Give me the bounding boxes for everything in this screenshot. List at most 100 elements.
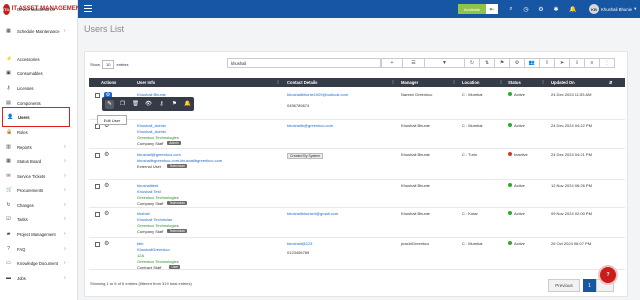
sidebar-item-procurements[interactable]: 🛒 Procurements › bbox=[0, 184, 78, 196]
col-drag-handle[interactable]: ⁞⁞ bbox=[392, 80, 394, 85]
gear-icon[interactable]: ⚙ bbox=[104, 152, 109, 158]
col-user-info[interactable]: User Info bbox=[137, 80, 155, 85]
flag-icon[interactable]: ⚑ bbox=[495, 58, 510, 68]
edit-icon[interactable]: ✎ bbox=[105, 99, 114, 109]
filter-icon[interactable]: ▼ bbox=[425, 58, 465, 68]
search-input[interactable]: khushali bbox=[227, 58, 381, 68]
contact-phone: 0456789674 bbox=[287, 103, 310, 108]
col-manager[interactable]: Manager bbox=[401, 80, 418, 85]
sidebar-item-service-tickets[interactable]: ✉ Service Tickets › bbox=[0, 170, 78, 182]
user-name-link[interactable]: khshali bbox=[137, 211, 149, 216]
user-name-link[interactable]: kbb bbox=[137, 241, 143, 246]
sidebar-item-changes[interactable]: ↻ Changes › bbox=[0, 199, 78, 211]
copy-icon[interactable]: ❐ bbox=[118, 100, 127, 109]
sidebar-item-device-maintenance[interactable]: ✎ Device Maintenance bbox=[0, 3, 78, 15]
sidebar-item-knowledge-document[interactable]: ▭ Knowledge Document › bbox=[0, 257, 78, 269]
sort-desc-icon[interactable]: ⇵ bbox=[609, 80, 613, 85]
col-drag-handle[interactable]: ⁞⁞ bbox=[500, 80, 502, 85]
chevron-right-icon: › bbox=[64, 231, 66, 237]
search-icon[interactable]: ⌕ bbox=[506, 4, 516, 14]
sidebar-item-status-board[interactable]: ▦ Status Board › bbox=[0, 155, 78, 167]
role-badge: Technician bbox=[167, 164, 187, 168]
sidebar-item-reports[interactable]: ▥ Reports › bbox=[0, 141, 78, 153]
col-drag-handle[interactable]: ⁞⁞ bbox=[453, 80, 455, 85]
ticket-icon: ✉ bbox=[6, 172, 11, 179]
users-icon[interactable]: 👥 bbox=[525, 58, 540, 68]
col-updated[interactable]: Updated On bbox=[551, 80, 575, 85]
entries-select[interactable]: 10 bbox=[102, 60, 115, 69]
sidebar-item-schedule-maintenance[interactable]: ▦ Schedule Maintenance › bbox=[0, 25, 78, 37]
gear-icon[interactable]: ✱ bbox=[551, 4, 561, 14]
availability-toggle-icon[interactable]: ⇤ bbox=[486, 4, 498, 14]
contact-email[interactable]: khushali@123 bbox=[287, 241, 312, 246]
refresh-icon[interactable]: ↻ bbox=[465, 58, 480, 68]
menu-toggle-icon[interactable] bbox=[84, 5, 92, 13]
table-row[interactable]: ⚙ Khushali_Admin Khushali_Admin Greenkco Te… bbox=[89, 120, 625, 149]
sidebar-item-users[interactable]: 👤 Users bbox=[2, 107, 70, 127]
col-drag-handle[interactable]: ⁞⁞ bbox=[277, 80, 279, 85]
row-checkbox[interactable] bbox=[95, 93, 100, 98]
row-checkbox[interactable] bbox=[95, 184, 100, 189]
row-checkbox[interactable] bbox=[95, 242, 100, 247]
manager-name: Khushali Bhunie bbox=[401, 152, 430, 157]
view-icon[interactable]: 👁 bbox=[144, 100, 153, 109]
sidebar-item-consumables[interactable]: ▣ Consumables bbox=[0, 67, 78, 79]
gear-icon[interactable]: ⚙ bbox=[104, 183, 109, 189]
sidebar-item-project-management[interactable]: ▰ Project Management › bbox=[0, 228, 78, 240]
columns-icon[interactable]: ☰ bbox=[403, 58, 425, 68]
settings-icon[interactable]: ⚙ bbox=[510, 58, 525, 68]
bell-icon[interactable]: 🔔 bbox=[183, 100, 192, 109]
row-checkbox[interactable] bbox=[95, 153, 100, 158]
delete-icon[interactable]: 🗑 bbox=[131, 100, 140, 109]
user-name-link[interactable]: khushali@greenkco.com bbox=[137, 152, 181, 157]
table-row[interactable]: ⚙ khushalitest Khushali Test Greenkco Techn… bbox=[89, 180, 625, 208]
user-name-link[interactable]: khushalitest bbox=[137, 183, 158, 188]
more-icon[interactable]: ⋮ bbox=[600, 58, 615, 68]
availability-status[interactable]: Available bbox=[458, 4, 486, 14]
list-icon[interactable]: ≡ bbox=[585, 58, 600, 68]
notification-bell-icon[interactable]: 🔔 bbox=[568, 4, 578, 14]
user-full-name: Khushali Technician bbox=[137, 217, 173, 222]
key-icon[interactable]: ⚷ bbox=[157, 100, 166, 109]
user-name-link[interactable]: Khushali_Admin bbox=[137, 123, 166, 128]
user-menu[interactable]: KB Khushali Bhunie ▾ bbox=[589, 2, 640, 16]
briefcase-icon: ▬ bbox=[6, 274, 11, 281]
chevron-right-icon: › bbox=[64, 187, 66, 193]
table-row[interactable]: ⚙ kbb KhushaliGreenkco 12A Greenkco Technolo… bbox=[89, 238, 625, 270]
download-icon[interactable]: ⇩ bbox=[570, 58, 585, 68]
cart-icon: 🛒 bbox=[6, 186, 13, 193]
row-checkbox[interactable] bbox=[95, 212, 100, 217]
gear-icon[interactable]: ⚙ bbox=[104, 241, 109, 247]
gear-icon[interactable]: ⚙ bbox=[104, 211, 109, 217]
col-location[interactable]: Location bbox=[462, 80, 479, 85]
send-icon[interactable]: ➤ bbox=[555, 58, 570, 68]
sidebar-item-tasks[interactable]: ☑ Tasks › bbox=[0, 213, 78, 225]
sort-icon[interactable]: ⇅ bbox=[480, 58, 495, 68]
status-text: Inactive bbox=[514, 152, 528, 157]
sidebar-item-jobs[interactable]: ▬ Jobs › bbox=[0, 272, 78, 284]
table-row[interactable]: ⚙ khshali Khushali Technician Greenkco Tech… bbox=[89, 208, 625, 238]
col-contact[interactable]: Contact Details bbox=[287, 80, 317, 85]
history-icon[interactable]: ◷ bbox=[521, 4, 531, 14]
page-1-button[interactable]: 1 bbox=[583, 279, 596, 292]
col-actions[interactable]: Actions bbox=[101, 80, 116, 85]
table-toolbar: + ☰ ▼ ↻ ⇅ ⚑ ⚙ 👥 ⇧ ➤ ⇩ ≡ ⋮ bbox=[381, 58, 615, 68]
contact-email[interactable]: khushalibhunie4@gmail.com bbox=[287, 211, 338, 216]
settings-icon[interactable]: ⚙ bbox=[536, 4, 546, 14]
col-drag-handle[interactable]: ⁞⁞ bbox=[542, 80, 544, 85]
upload-icon[interactable]: ⇧ bbox=[540, 58, 555, 68]
sidebar-item-accessories[interactable]: ⚡ Accessories bbox=[0, 53, 78, 65]
add-icon[interactable]: + bbox=[381, 58, 403, 68]
previous-button[interactable]: Previous bbox=[548, 279, 580, 292]
sidebar-item-roles[interactable]: 🔒 Roles bbox=[0, 126, 78, 138]
help-chat-icon[interactable]: ? bbox=[598, 265, 618, 285]
role-badge: Technician bbox=[167, 229, 187, 233]
sidebar-item-licenses[interactable]: ⚷ Licenses bbox=[0, 82, 78, 94]
flag-icon[interactable]: ⚑ bbox=[170, 100, 179, 109]
contact-email[interactable]: khushalibhunie1009@outlook.com bbox=[287, 92, 348, 97]
col-status[interactable]: Status bbox=[508, 80, 521, 85]
sidebar-item-label: Jobs bbox=[17, 275, 26, 281]
contact-email[interactable]: khushalib@greenkco.com bbox=[287, 123, 333, 128]
table-row[interactable]: ⚙ khushali@greenkco.com khushalibgreenkco.… bbox=[89, 149, 625, 180]
sidebar-item-faq[interactable]: ? FAQ › bbox=[0, 243, 78, 255]
